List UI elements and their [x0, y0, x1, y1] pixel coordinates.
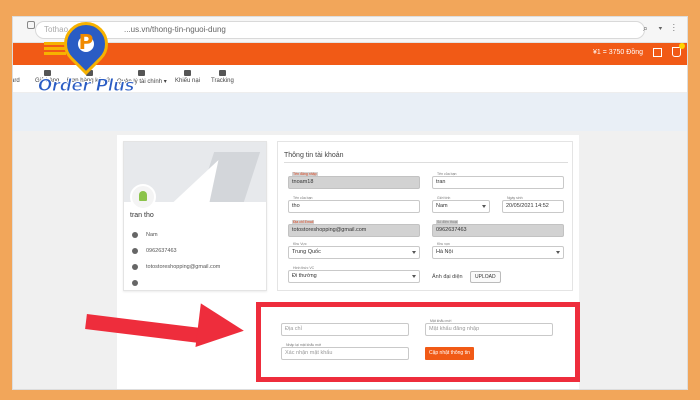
complaint-icon — [184, 70, 192, 76]
mail-icon — [132, 264, 138, 270]
location-pin-icon — [132, 280, 138, 286]
profile-card: tran tho Nam 0962637463 totostoreshoppin… — [123, 141, 267, 291]
profile-email-row: totostoreshopping@gmail.com — [132, 264, 220, 270]
gender-select[interactable]: Giới tính Nam — [432, 196, 490, 213]
person-icon — [132, 232, 138, 238]
browser-toolbar-icons[interactable]: ⌕ ▾ ⋮ — [643, 23, 679, 34]
email-field: Địa chỉ Email totostoreshopping@gmail.co… — [288, 220, 420, 237]
cart-icon[interactable] — [672, 43, 685, 57]
logo-text: Order Plus — [37, 76, 135, 97]
chevron-down-icon — [412, 251, 416, 254]
nav-item-tracking[interactable]: Tracking — [211, 70, 234, 84]
url-text: ...us.vn/thong-tin-nguoi-dung — [124, 25, 226, 34]
order-plus-logo: P Order Plus — [36, 12, 136, 108]
profile-location-row — [132, 280, 138, 286]
update-info-button[interactable]: Cập nhật thông tin — [425, 347, 474, 360]
nav-item-dashboard[interactable]: ard — [13, 70, 20, 84]
confirm-password-input[interactable]: Nhập lại mật khẩu mới Xác nhận mật khẩu — [281, 343, 409, 360]
shipping-select[interactable]: Hình thức VC Đi thường — [288, 266, 420, 283]
lock-icon — [27, 21, 35, 29]
address-input[interactable]: Địa chỉ — [281, 323, 409, 336]
account-form: Thông tin tài khoản Tên đăng nhập tnoam1… — [277, 141, 573, 291]
exchange-rate: ¥1 = 3750 Đồng — [592, 48, 643, 56]
profile-phone-row: 0962637463 — [132, 248, 177, 254]
password-section-highlight: Địa chỉ Mật khẩu mới Mật khẩu đăng nhập … — [256, 302, 580, 382]
chevron-down-icon — [482, 205, 486, 208]
account-form-title: Thông tin tài khoản — [284, 152, 344, 159]
avatar[interactable] — [130, 184, 156, 210]
birthday-input[interactable]: Ngày sinh 20/05/2021 14:52 — [502, 196, 564, 213]
avatar-label: Ảnh đại diện — [432, 274, 463, 280]
country-select[interactable]: Khu Vực Trung Quốc — [288, 242, 420, 259]
username-field: Tên đăng nhập tnoam18 — [288, 172, 420, 189]
chevron-down-icon — [412, 275, 416, 278]
first-name-input[interactable]: Tên của bạn tho — [288, 196, 420, 213]
profile-gender-row: Nam — [132, 232, 158, 238]
city-select[interactable]: Khu vực Hà Nội — [432, 242, 564, 259]
header-right: ¥1 = 3750 Đồng — [592, 43, 685, 57]
pointer-arrow-head-icon — [195, 303, 247, 353]
nav-item-complaints[interactable]: Khiếu nại — [175, 70, 200, 84]
upload-button[interactable]: UPLOAD — [470, 271, 501, 283]
truck-icon — [218, 70, 226, 76]
phone-icon — [132, 248, 138, 254]
new-password-input[interactable]: Mật khẩu mới Mật khẩu đăng nhập — [425, 319, 553, 336]
finance-icon — [138, 70, 146, 76]
profile-name: tran tho — [130, 212, 154, 219]
last-name-input[interactable]: Tên của bạn tran — [432, 172, 564, 189]
chevron-down-icon — [556, 251, 560, 254]
cart-badge — [679, 43, 685, 49]
phone-field: Số điện thoại 0962637463 — [432, 220, 564, 237]
logout-icon[interactable] — [653, 47, 662, 57]
